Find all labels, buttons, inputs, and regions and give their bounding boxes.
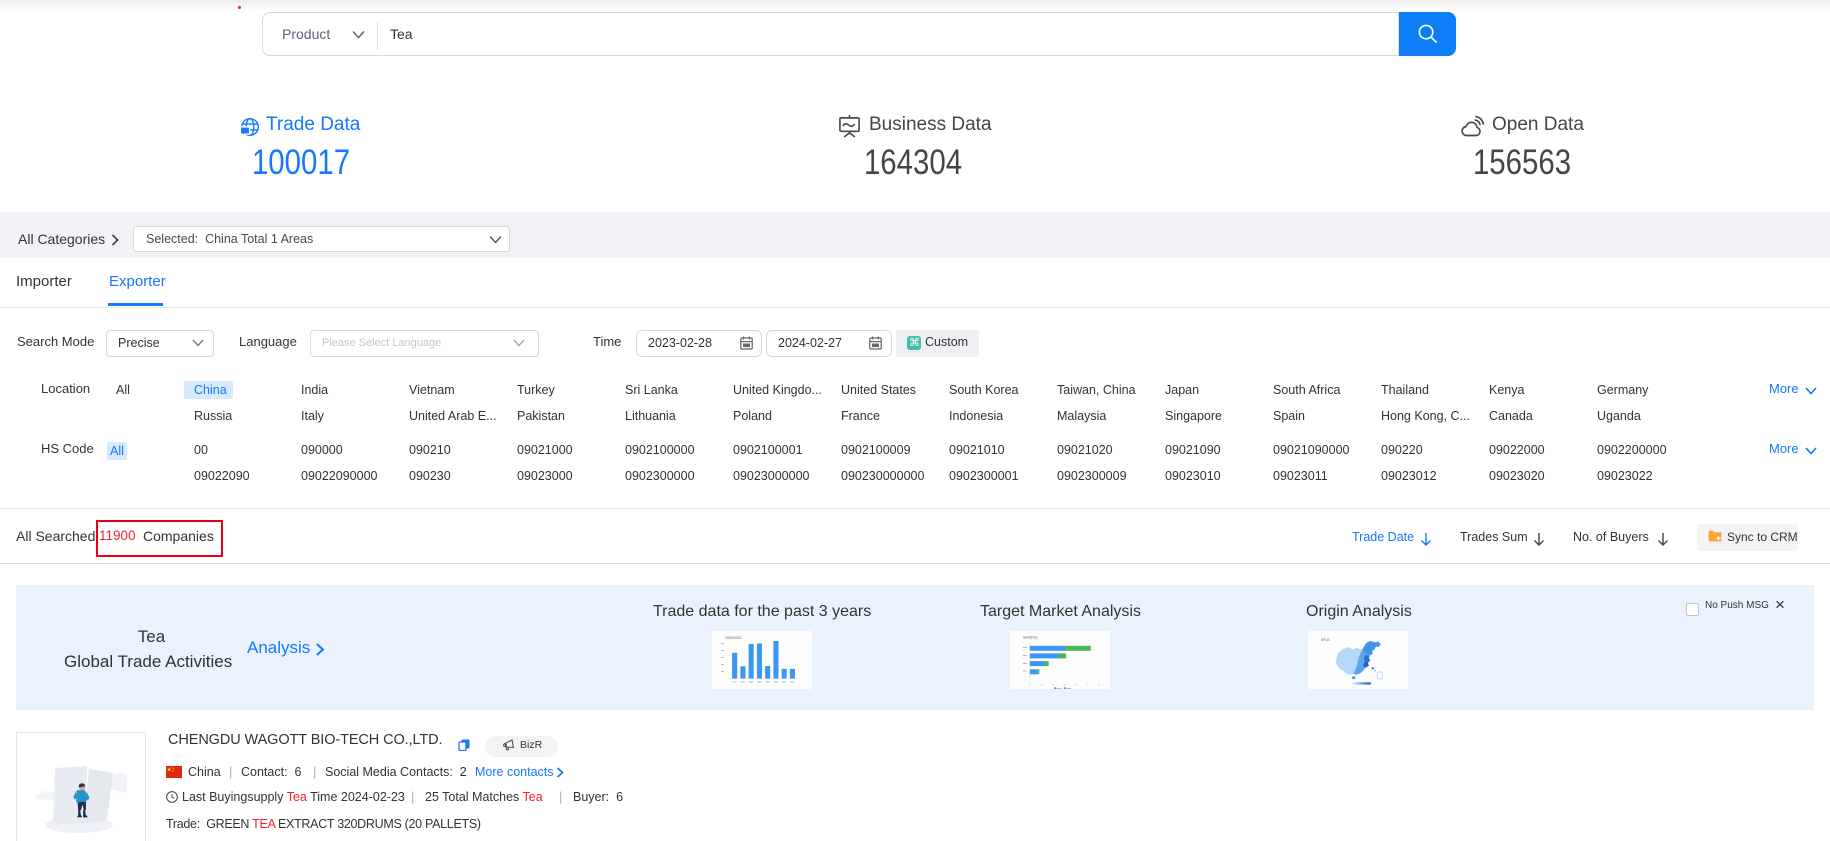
svg-text:SPUS: SPUS — [1321, 638, 1330, 642]
svg-text:Sum(KG): Sum(KG) — [1023, 636, 1038, 640]
svg-text:1000/2022: 1000/2022 — [725, 636, 742, 640]
